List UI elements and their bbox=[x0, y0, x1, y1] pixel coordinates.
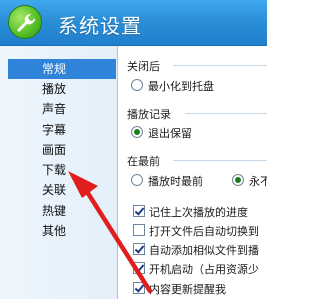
keep-on-exit-radio[interactable] bbox=[131, 126, 143, 138]
sidebar-item-subtitles[interactable]: 字幕 bbox=[8, 120, 116, 140]
close-section-title: 关闭后 bbox=[127, 60, 160, 73]
launch-at-startup-label: 开机启动（占用资源少 bbox=[149, 263, 259, 276]
on-top-while-playing-radio[interactable] bbox=[131, 174, 143, 186]
on-top-while-playing-label: 播放时最前 bbox=[148, 175, 203, 188]
sidebar-item-association[interactable]: 关联 bbox=[8, 180, 116, 200]
remember-progress-checkbox[interactable] bbox=[133, 205, 145, 217]
sidebar-item-download[interactable]: 下载 bbox=[8, 160, 116, 180]
launch-at-startup-checkbox[interactable] bbox=[133, 262, 145, 274]
auto-switch-label: 打开文件后自动切换到 bbox=[149, 225, 259, 238]
remember-progress-label: 记住上次播放的进度 bbox=[149, 206, 248, 219]
auto-add-similar-label: 自动添加相似文件到播 bbox=[149, 244, 259, 257]
auto-switch-checkbox[interactable] bbox=[133, 224, 145, 236]
section-divider bbox=[173, 65, 267, 66]
title-bar: 系统设置 bbox=[0, 0, 267, 46]
update-reminder-label: 内容更新提醒我 bbox=[149, 283, 226, 296]
on-top-section-title: 在最前 bbox=[127, 155, 160, 168]
never-on-top-label: 永不 bbox=[249, 175, 267, 188]
update-reminder-checkbox[interactable] bbox=[133, 282, 145, 294]
section-divider bbox=[173, 160, 267, 161]
auto-add-similar-checkbox[interactable] bbox=[133, 243, 145, 255]
sidebar-item-hotkeys[interactable]: 热键 bbox=[8, 201, 116, 221]
section-divider bbox=[185, 113, 267, 114]
sidebar-item-other[interactable]: 其他 bbox=[8, 221, 116, 241]
sidebar-item-general[interactable]: 常规 bbox=[8, 59, 116, 79]
history-section-title: 播放记录 bbox=[127, 108, 171, 121]
sidebar-item-picture[interactable]: 画面 bbox=[8, 140, 116, 160]
settings-sidebar: 常规 播放 声音 字幕 画面 下载 关联 热键 其他 bbox=[0, 46, 118, 299]
settings-panel: 关闭后 最小化到托盘 播放记录 退出保留 在最前 播放时最前 永不 记住上次播放… bbox=[119, 46, 267, 299]
app-logo-icon bbox=[8, 5, 42, 39]
keep-on-exit-label: 退出保留 bbox=[148, 127, 192, 140]
minimize-to-tray-radio[interactable] bbox=[131, 79, 143, 91]
window-title: 系统设置 bbox=[58, 14, 142, 38]
sidebar-item-playback[interactable]: 播放 bbox=[8, 79, 116, 99]
minimize-to-tray-label: 最小化到托盘 bbox=[148, 80, 214, 93]
sidebar-item-sound[interactable]: 声音 bbox=[8, 99, 116, 119]
never-on-top-radio[interactable] bbox=[232, 174, 244, 186]
